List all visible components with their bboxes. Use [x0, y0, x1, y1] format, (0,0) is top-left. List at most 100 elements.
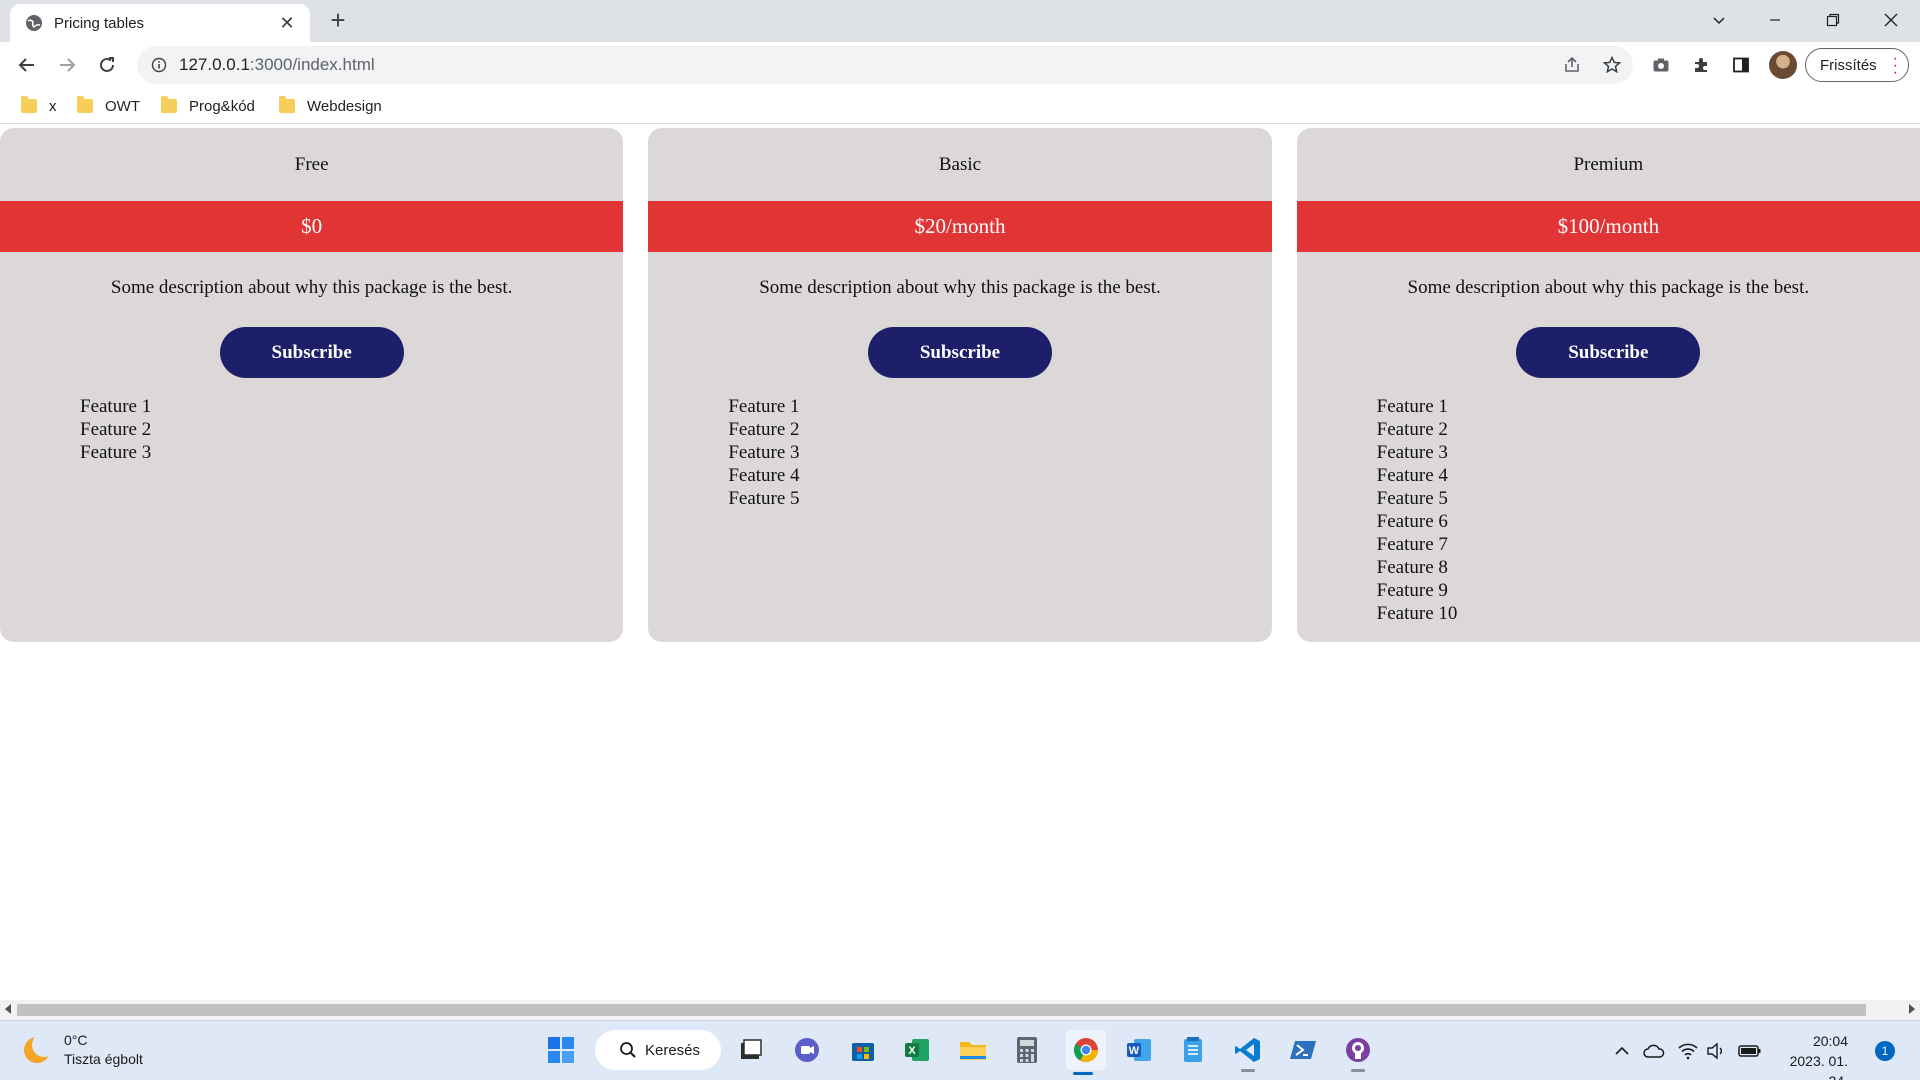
onedrive-icon[interactable]	[1643, 1039, 1665, 1063]
feature-item: Feature 4	[1376, 465, 1448, 486]
calculator-icon[interactable]	[1010, 1033, 1044, 1067]
search-label: Keresés	[645, 1041, 701, 1059]
notification-badge[interactable]: 1	[1875, 1041, 1895, 1061]
bookmark-label: Webdesign	[307, 97, 382, 115]
plan-price: $0	[0, 201, 624, 252]
show-hidden-icons-icon[interactable]	[1614, 1039, 1630, 1063]
feature-item: Feature 3	[728, 442, 800, 463]
feature-item: Feature 2	[728, 419, 800, 440]
word-icon[interactable]: W	[1122, 1033, 1156, 1067]
update-button[interactable]: Frissítés · · ·	[1805, 48, 1909, 82]
tab-strip: Pricing tables ✕ +	[0, 0, 1920, 42]
bookmarks-bar: x OWT Prog&kód Webdesign	[0, 88, 1920, 124]
clock-date: 2023. 01. 24.	[1789, 1053, 1848, 1080]
feature-list: Feature 1 Feature 2 Feature 3	[80, 395, 623, 464]
side-panel-icon[interactable]	[1726, 50, 1756, 80]
powershell-icon[interactable]	[1286, 1033, 1320, 1067]
plan-price: $20/month	[648, 201, 1272, 252]
tab-search-icon[interactable]	[1696, 4, 1742, 36]
wifi-icon[interactable]	[1678, 1039, 1698, 1063]
subscribe-button[interactable]: Subscribe	[1516, 327, 1701, 378]
pricing-card-premium: Premium $100/month Some description abou…	[1296, 128, 1920, 642]
teams-chat-icon[interactable]	[790, 1033, 824, 1067]
moon-icon	[24, 1033, 56, 1063]
horizontal-scrollbar[interactable]	[0, 1000, 1920, 1020]
page-viewport: Free $0 Some description about why this …	[0, 125, 1920, 1000]
plan-description: Some description about why this package …	[759, 277, 1161, 298]
forward-icon[interactable]	[52, 50, 82, 80]
plan-name: Basic	[938, 154, 982, 175]
bookmark-folder-progkod[interactable]: Prog&kód	[161, 96, 255, 116]
folder-icon	[77, 96, 93, 113]
share-icon[interactable]	[1557, 50, 1587, 80]
vscode-icon[interactable]	[1231, 1033, 1265, 1072]
back-icon[interactable]	[12, 50, 42, 80]
close-tab-icon[interactable]: ✕	[276, 13, 298, 34]
plan-name: Free	[294, 154, 329, 175]
start-icon[interactable]	[544, 1033, 578, 1067]
plan-description: Some description about why this package …	[1407, 277, 1810, 298]
bookmark-label: x	[49, 97, 57, 115]
minimize-icon[interactable]	[1752, 4, 1798, 36]
taskbar: 0°C Tiszta égbolt Keresés X W 20:04 2023…	[0, 1020, 1920, 1080]
bookmark-folder-owt[interactable]: OWT	[77, 96, 140, 116]
system-clock[interactable]: 20:04 2023. 01. 24.	[1776, 1031, 1848, 1080]
feature-item: Feature 4	[728, 465, 800, 486]
scroll-right-icon[interactable]	[1909, 1004, 1915, 1014]
folder-icon	[161, 96, 177, 113]
camera-icon[interactable]	[1646, 50, 1676, 80]
svg-text:W: W	[1129, 1045, 1140, 1057]
new-tab-icon[interactable]: +	[324, 7, 352, 35]
feature-item: Feature 3	[80, 442, 152, 463]
feature-list: Feature 1 Feature 2 Feature 3 Feature 4 …	[728, 395, 1271, 510]
file-explorer-icon[interactable]	[956, 1033, 990, 1067]
clock-time: 20:04	[1812, 1033, 1848, 1049]
url-path: :3000/index.html	[249, 55, 375, 74]
feature-item: Feature 5	[728, 488, 800, 509]
weather-widget[interactable]: 0°C Tiszta égbolt	[24, 1031, 143, 1069]
info-icon[interactable]	[151, 57, 167, 73]
browser-toolbar: 127.0.0.1:3000/index.html Frissítés · · ·	[0, 42, 1920, 88]
restore-icon[interactable]	[1810, 4, 1856, 36]
taskbar-search[interactable]: Keresés	[595, 1030, 721, 1070]
store-icon[interactable]	[846, 1033, 880, 1067]
active-indicator	[1073, 1072, 1093, 1075]
url-host: 127.0.0.1	[179, 55, 250, 74]
chrome-icon[interactable]	[1066, 1030, 1106, 1075]
feature-item: Feature 10	[1376, 603, 1458, 624]
close-window-icon[interactable]	[1868, 4, 1914, 36]
browser-tab[interactable]: Pricing tables ✕	[10, 4, 310, 42]
scroll-left-icon[interactable]	[5, 1004, 11, 1014]
excel-icon[interactable]: X	[900, 1033, 934, 1067]
bookmark-star-icon[interactable]	[1597, 50, 1627, 80]
feature-list: Feature 1 Feature 2 Feature 3 Feature 4 …	[1377, 395, 1920, 625]
tab-title: Pricing tables	[54, 14, 145, 32]
task-view-icon[interactable]	[734, 1033, 768, 1067]
extensions-icon[interactable]	[1686, 50, 1716, 80]
folder-icon	[279, 96, 295, 113]
weather-desc: Tiszta égbolt	[64, 1051, 143, 1067]
pricing-cards: Free $0 Some description about why this …	[0, 128, 1920, 642]
plan-description: Some description about why this package …	[110, 277, 513, 298]
reload-icon[interactable]	[92, 50, 122, 80]
profile-avatar[interactable]	[1769, 51, 1797, 79]
update-label: Frissítés	[1820, 56, 1877, 74]
bookmark-folder-webdesign[interactable]: Webdesign	[279, 96, 382, 116]
battery-icon[interactable]	[1738, 1039, 1762, 1063]
feature-item: Feature 1	[80, 396, 152, 417]
search-icon	[620, 1042, 636, 1058]
subscribe-button[interactable]: Subscribe	[219, 327, 404, 378]
running-indicator	[1241, 1069, 1255, 1072]
feature-item: Feature 7	[1376, 534, 1448, 555]
subscribe-button[interactable]: Subscribe	[867, 327, 1052, 378]
feature-item: Feature 9	[1376, 580, 1448, 601]
github-desktop-icon[interactable]	[1341, 1033, 1375, 1072]
address-bar[interactable]: 127.0.0.1:3000/index.html	[137, 46, 1633, 84]
menu-dots-icon: · · ·	[1892, 50, 1898, 81]
bookmark-folder-x[interactable]: x	[21, 96, 57, 116]
scrollbar-thumb[interactable]	[17, 1004, 1866, 1016]
url-text: 127.0.0.1:3000/index.html	[179, 55, 375, 75]
volume-icon[interactable]	[1706, 1039, 1726, 1063]
notepad-icon[interactable]	[1176, 1033, 1210, 1067]
feature-item: Feature 2	[80, 419, 152, 440]
